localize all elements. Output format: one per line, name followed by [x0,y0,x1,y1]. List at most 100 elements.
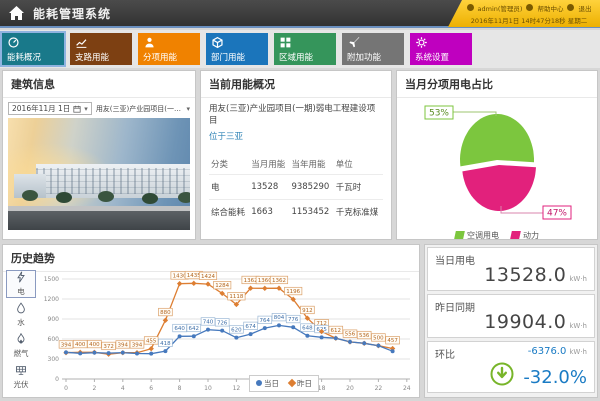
droplet-icon [15,302,27,316]
svg-text:674: 674 [245,324,256,330]
help-link[interactable]: 帮助中心 [537,3,563,13]
building-photo [8,118,190,230]
svg-text:300: 300 [48,356,60,363]
tab-department[interactable]: 部门用能 [206,33,268,65]
building-select[interactable]: 用友(三亚)产业园项目(一期)弱电工程建设项… [96,104,190,114]
tab-settings[interactable]: 系统设置 [410,33,472,65]
svg-text:648: 648 [302,326,313,332]
date-picker[interactable]: 2016年11月 1日 [8,102,92,115]
energy-type-electric[interactable]: 电 [6,270,36,298]
svg-text:600: 600 [48,336,60,343]
flame-icon [15,333,27,347]
svg-text:1362: 1362 [244,278,258,284]
stat-ratio: 环比 -6376.0 kW·h -32.0% [427,341,595,393]
tab-category[interactable]: 分项用能 [138,33,200,65]
stat-today-unit: kW·h [569,275,587,283]
stat-today: 当日用电 13528.0 kW·h [427,247,595,291]
usage-overview-panel: 当前用能概况 用友(三亚)产业园项目(一期)弱电工程建设项目 位于三亚 分类当月… [200,70,392,240]
stat-yesterday: 昨日同期 19904.0 kW·h [427,294,595,338]
svg-text:642: 642 [189,326,200,332]
svg-text:0: 0 [55,376,59,383]
tab-overview[interactable]: 能耗概况 [2,33,64,65]
calendar-icon [73,105,81,113]
datetime-text: 2016年11月1日 14时47分18秒 星期二 [471,15,587,25]
energy-type-rail: 电水燃气光伏 [6,270,36,394]
svg-text:1118: 1118 [229,294,243,300]
svg-text:1196: 1196 [286,289,300,295]
grid-icon [279,36,331,49]
table-row: 电135289385290千瓦时 [209,174,383,199]
svg-text:400: 400 [89,342,100,348]
stat-ratio-delta: -6376.0 [528,346,567,357]
photo-trees [22,190,38,201]
logout-link[interactable]: 退出 [578,3,591,13]
project-name: 用友(三亚)产业园项目(一期)弱电工程建设项目 [209,104,383,128]
stat-today-value: 13528.0 [484,264,566,286]
svg-text:1500: 1500 [44,276,59,283]
date-value: 2016年11月 1日 [12,103,70,114]
help-icon [526,4,533,11]
pie-panel-title: 当月分项用电占比 [397,71,597,98]
user-ribbon: admin(管理员) 帮助中心 退出 2016年11月1日 14时47分18秒 … [448,0,600,27]
svg-text:620: 620 [231,327,242,333]
project-location-link[interactable]: 位于三亚 [209,130,383,142]
svg-text:394: 394 [118,342,129,348]
caret-down-icon [84,104,88,113]
svg-text:4: 4 [121,385,125,392]
usage-table-header: 当年用能 [289,154,333,175]
svg-text:400: 400 [75,342,86,348]
svg-text:740: 740 [203,319,214,325]
usage-table-header: 当月用能 [249,154,289,175]
pie-legend-item: 空调用电 [455,230,499,241]
legend-item-yesterday: 昨日 [289,378,312,389]
branch-chart-icon [75,36,127,49]
svg-text:8: 8 [178,385,182,392]
svg-text:455: 455 [146,338,157,344]
energy-type-water[interactable]: 水 [6,301,36,329]
svg-text:1284: 1284 [215,283,229,289]
svg-text:394: 394 [132,342,143,348]
energy-type-pv[interactable]: 光伏 [6,363,36,391]
stat-yesterday-unit: kW·h [569,322,587,330]
caret-down-icon [186,105,190,113]
legend-item-today: 当日 [256,378,279,389]
gear-icon [415,36,467,49]
svg-text:0: 0 [64,385,68,392]
home-icon[interactable] [8,5,25,21]
building-panel-title: 建筑信息 [3,71,195,98]
svg-text:22: 22 [375,385,383,392]
plane-icon [347,36,399,49]
user-icon [467,4,474,11]
nav-tabs: 能耗概况支路用能分项用能部门用能区域用能附加功能系统设置 [0,30,600,68]
svg-text:776: 776 [288,317,299,323]
svg-text:24: 24 [403,385,411,392]
svg-text:640: 640 [174,326,185,332]
usage-overview-title: 当前用能概况 [201,71,391,98]
legend-swatch [454,231,465,239]
pie-chart: 53%47% 空调用电动力 [397,98,597,244]
svg-text:912: 912 [302,308,313,314]
svg-text:726: 726 [217,320,228,326]
svg-text:764: 764 [260,318,271,324]
svg-text:12: 12 [233,385,241,392]
svg-text:804: 804 [274,315,285,321]
photo-road [8,211,190,230]
svg-text:53%: 53% [429,109,449,119]
tab-area[interactable]: 区域用能 [274,33,336,65]
pie-panel: 当月分项用电占比 53%47% 空调用电动力 [396,70,598,240]
tab-branch[interactable]: 支路用能 [70,33,132,65]
solar-icon [15,364,27,378]
energy-type-gas[interactable]: 燃气 [6,332,36,360]
svg-text:1362: 1362 [272,278,286,284]
person-icon [143,36,195,49]
svg-text:47%: 47% [547,209,567,219]
svg-text:20: 20 [346,385,354,392]
svg-text:536: 536 [359,333,370,339]
svg-text:880: 880 [160,310,171,316]
user-name[interactable]: admin(管理员) [478,3,523,13]
tab-extra[interactable]: 附加功能 [342,33,404,65]
cube-icon [211,36,263,49]
usage-table: 分类当月用能当年用能单位 电135289385290千瓦时综合能耗1663115… [209,154,383,224]
trend-legend: 当日昨日 [249,375,319,392]
building-select-value: 用友(三亚)产业园项目(一期)弱电工程建设项… [96,104,185,114]
